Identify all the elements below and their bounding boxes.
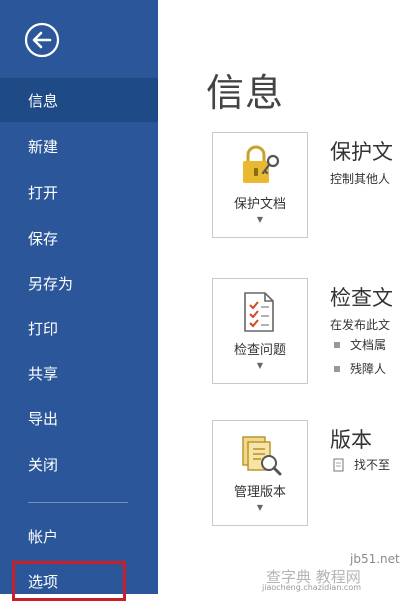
versions-section-heading: 版本 bbox=[330, 428, 372, 452]
nav-item-save[interactable]: 保存 bbox=[0, 216, 158, 260]
inspect-bullet: 残障人 bbox=[334, 360, 386, 377]
nav-item-print[interactable]: 打印 bbox=[0, 306, 158, 350]
inspect-bullet-text: 文档属 bbox=[350, 338, 387, 352]
nav-item-account[interactable]: 帐户 bbox=[0, 514, 158, 558]
manage-versions-button[interactable]: 管理版本 ▼ bbox=[212, 420, 308, 526]
nav-item-share[interactable]: 共享 bbox=[0, 351, 158, 395]
inspect-section-heading: 检查文 bbox=[330, 286, 393, 310]
manage-versions-label: 管理版本 bbox=[233, 485, 286, 500]
back-arrow-icon[interactable] bbox=[24, 22, 60, 58]
nav-item-open[interactable]: 打开 bbox=[0, 170, 158, 214]
nav-item-info[interactable]: 信息 bbox=[0, 78, 158, 122]
backstage-sidebar: 信息 新建 打开 保存 另存为 打印 共享 导出 关闭 帐户 选项 bbox=[0, 0, 158, 601]
page-title: 信息 bbox=[206, 71, 285, 115]
protect-section-desc: 控制其他人 bbox=[330, 172, 391, 186]
nav-item-new[interactable]: 新建 bbox=[0, 124, 158, 168]
inspect-document-icon bbox=[244, 292, 274, 332]
caret-down-icon: ▼ bbox=[256, 361, 264, 370]
protect-section-heading: 保护文 bbox=[330, 140, 393, 164]
nav-item-close[interactable]: 关闭 bbox=[0, 442, 158, 486]
protect-document-label: 保护文档 bbox=[233, 197, 286, 212]
inspect-bullet: 文档属 bbox=[334, 336, 386, 353]
lock-key-icon bbox=[243, 145, 280, 183]
watermark-site: jb51.net bbox=[350, 552, 400, 566]
document-small-icon bbox=[333, 458, 344, 471]
manage-versions-icon bbox=[242, 436, 282, 476]
nav-item-export[interactable]: 导出 bbox=[0, 396, 158, 440]
inspect-section-desc: 在发布此文 bbox=[330, 318, 391, 332]
caret-down-icon: ▼ bbox=[256, 503, 264, 512]
caret-down-icon: ▼ bbox=[256, 215, 264, 224]
watermark-url: jiaocheng.chazidian.com bbox=[262, 583, 362, 592]
bullet-square-icon bbox=[334, 365, 340, 372]
versions-section-desc: 找不至 bbox=[354, 458, 391, 472]
options-highlight-box bbox=[12, 561, 126, 601]
protect-document-button[interactable]: 保护文档 ▼ bbox=[212, 132, 308, 238]
nav-divider bbox=[28, 502, 128, 503]
check-issues-button[interactable]: 检查问题 ▼ bbox=[212, 278, 308, 384]
bullet-square-icon bbox=[334, 341, 340, 348]
versions-section-desc-row: 找不至 bbox=[332, 456, 390, 473]
check-issues-label: 检查问题 bbox=[233, 343, 286, 358]
main-panel: 信息 保护文档 ▼ 保护文 控制其他人 检查问题 ▼ 检查文 在发布此文 文档属 bbox=[158, 0, 400, 594]
nav-item-save-as[interactable]: 另存为 bbox=[0, 261, 158, 305]
inspect-bullet-text: 残障人 bbox=[350, 362, 387, 376]
